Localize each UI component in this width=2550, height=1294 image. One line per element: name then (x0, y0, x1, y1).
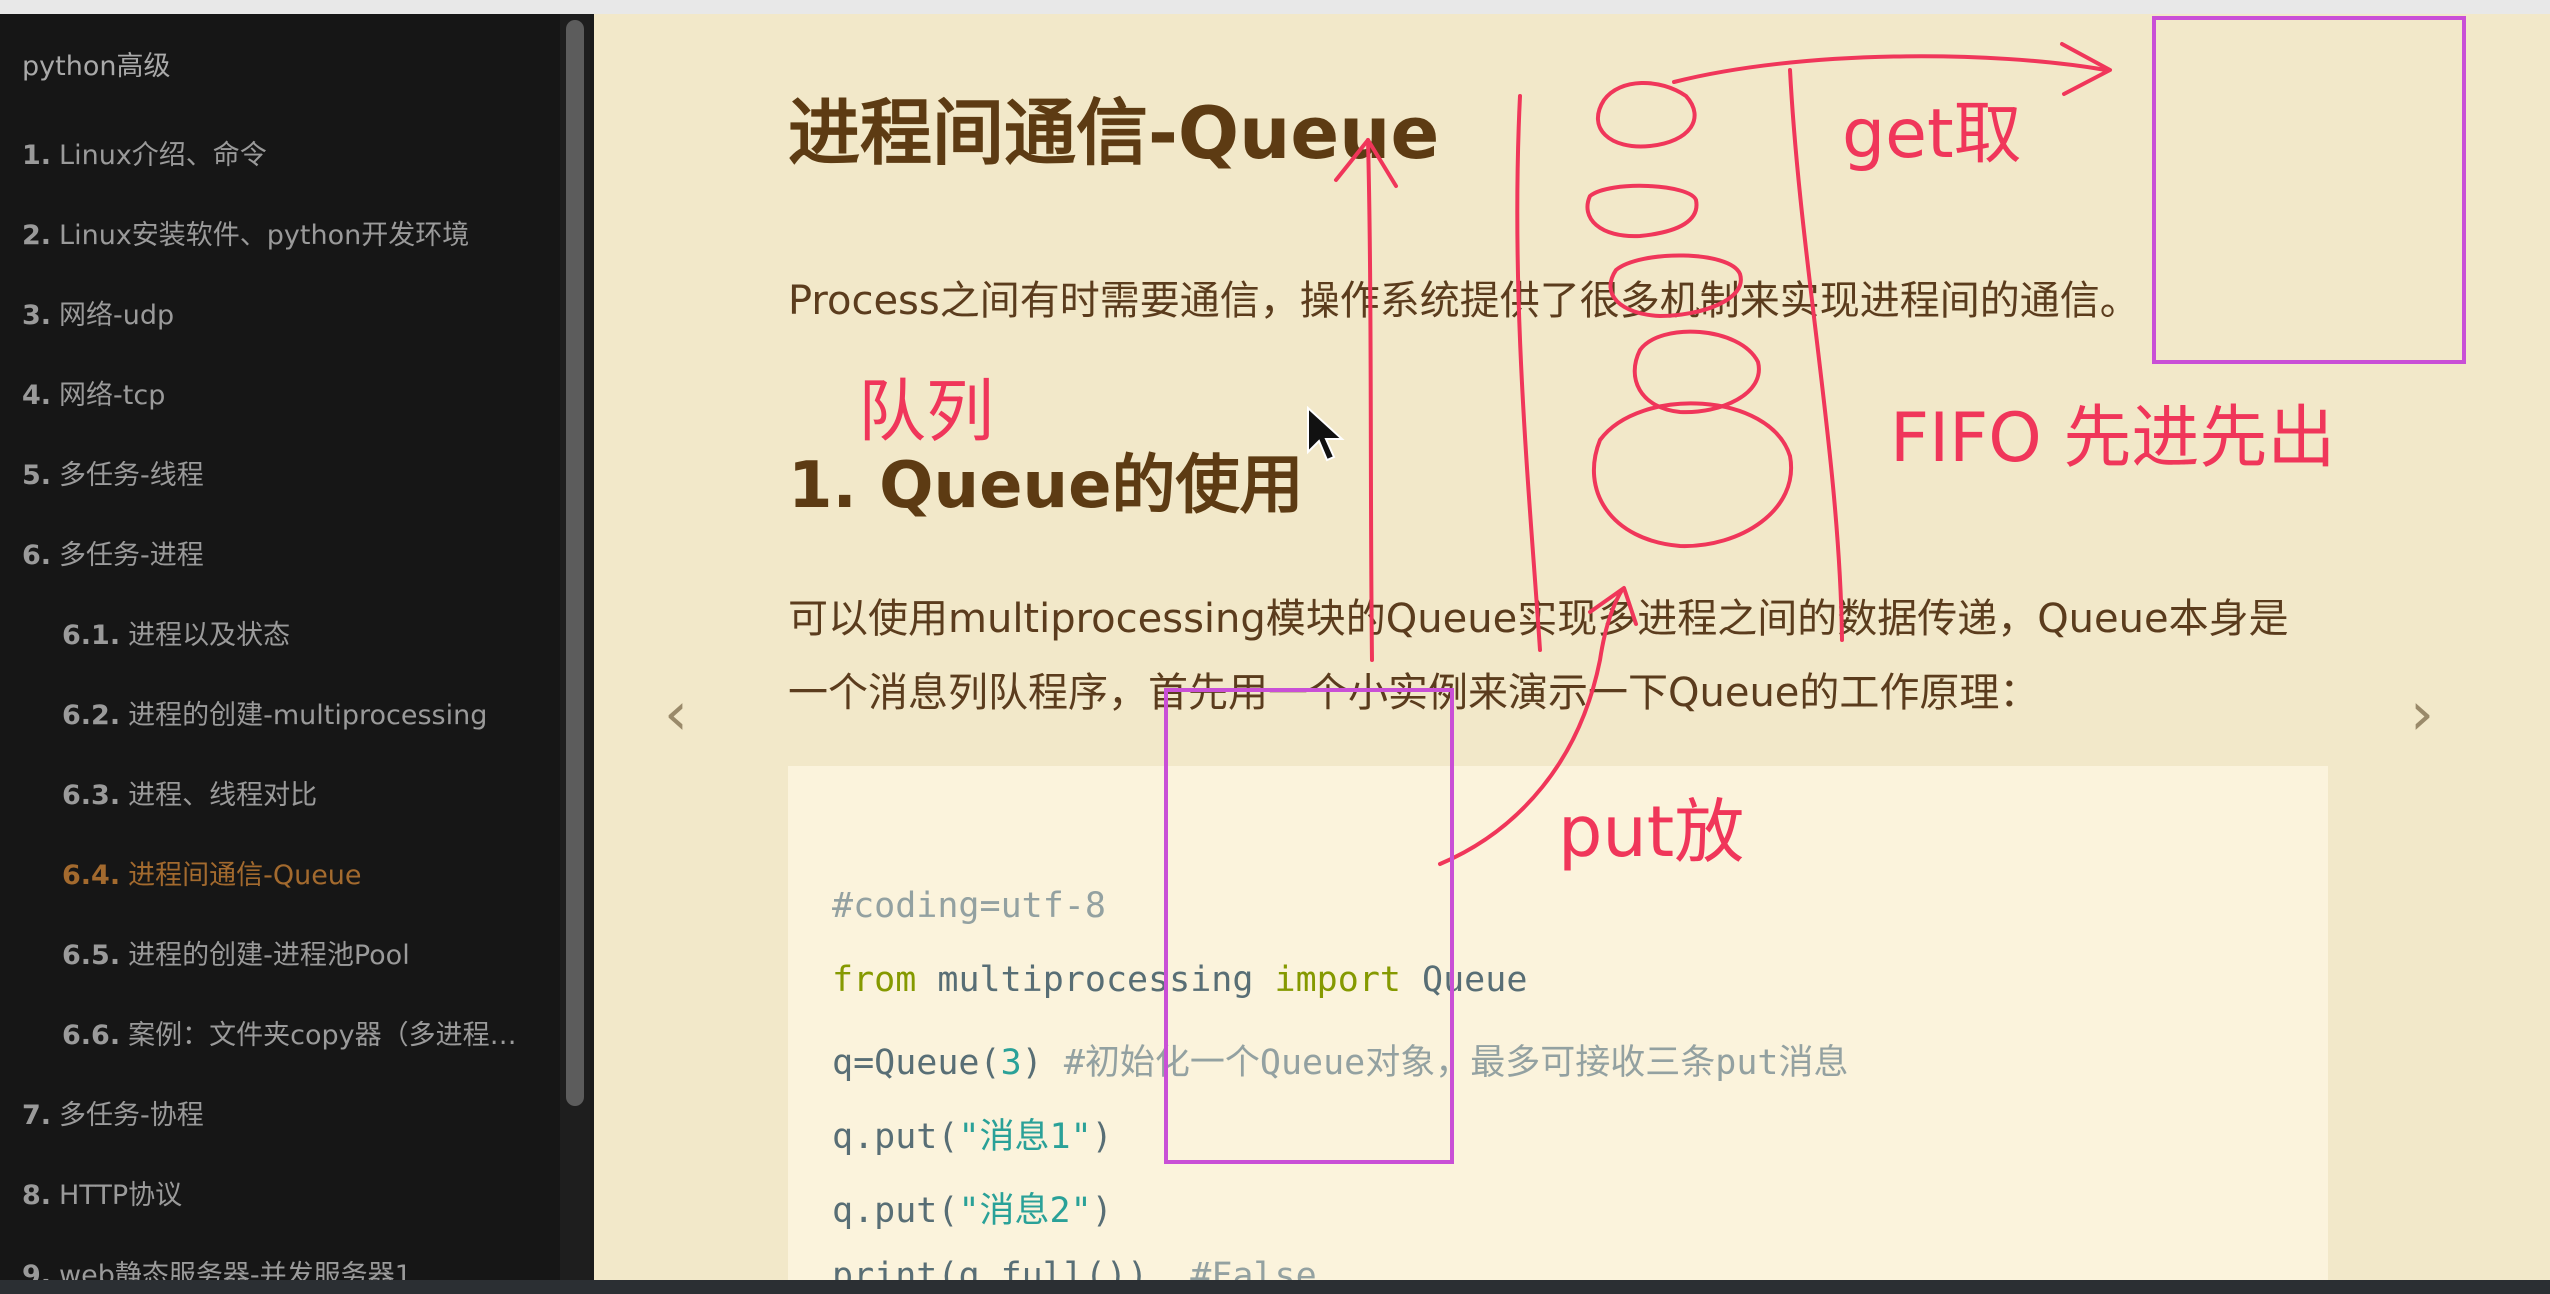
annotation-fifo-label: FIFO 先进先出 (1890, 399, 2336, 478)
sidebar-item-tcp[interactable]: 4. 网络-tcp (0, 356, 560, 436)
sidebar-item-queue[interactable]: 6.4. 进程间通信-Queue (0, 836, 560, 916)
chevron-right-icon[interactable]: › (2410, 684, 2434, 744)
sidebar-item-thread[interactable]: 5. 多任务-线程 (0, 436, 560, 516)
sidebar-item-process-vs-thread[interactable]: 6.3. 进程、线程对比 (0, 756, 560, 836)
sidebar-item-process-state[interactable]: 6.1. 进程以及状态 (0, 596, 560, 676)
sidebar-toc: python高级 1. Linux介绍、命令 2. Linux安装软件、python… (0, 14, 560, 1280)
sidebar-item-process[interactable]: 6. 多任务-进程 (0, 516, 560, 596)
section-paragraph: 可以使用multiprocessing模块的Queue实现多进程之间的数据传递，… (788, 596, 2289, 716)
sidebar-item-coroutine[interactable]: 7. 多任务-协程 (0, 1076, 560, 1156)
annotation-queue-label: 队列 (858, 373, 995, 452)
sidebar-item-linux-install[interactable]: 2. Linux安装软件、python开发环境 (0, 196, 560, 276)
page-title: 进程间通信-Queue (788, 91, 1440, 175)
code-line: q.put("消息2") (832, 1191, 1113, 1231)
intro-paragraph: Process之间有时需要通信，操作系统提供了很多机制来实现进程间的通信。 (788, 278, 2140, 324)
code-line: q=Queue(3) #初始化一个Queue对象，最多可接收三条put消息 (832, 1043, 1849, 1083)
sidebar-item-udp[interactable]: 3. 网络-udp (0, 276, 560, 356)
code-line: q.put("消息1") (832, 1117, 1113, 1157)
sidebar-item-linux-intro[interactable]: 1. Linux介绍、命令 (0, 116, 560, 196)
content-area: 进程间通信-Queue Process之间有时需要通信，操作系统提供了很多机制来… (594, 14, 2526, 1280)
annotation-put-label: put放 (1558, 791, 1745, 873)
window-top-edge (0, 0, 2550, 14)
sidebar-item-pool[interactable]: 6.5. 进程的创建-进程池Pool (0, 916, 560, 996)
sidebar-item-process-create[interactable]: 6.2. 进程的创建-multiprocessing (0, 676, 560, 756)
code-line: from multiprocessing import Queue (832, 960, 1528, 1000)
code-line: #coding=utf-8 (832, 886, 1106, 926)
toc-list: 1. Linux介绍、命令 2. Linux安装软件、python开发环境 3. 网络… (0, 116, 560, 1280)
sidebar-item-http[interactable]: 8. HTTP协议 (0, 1156, 560, 1236)
sidebar-scrollbar-thumb[interactable] (566, 20, 584, 1106)
book-title[interactable]: python高级 (22, 44, 170, 83)
annotation-get-label: get取 (1842, 95, 2022, 174)
sidebar-item-web-server[interactable]: 9. web静态服务器-并发服务器1 (0, 1236, 560, 1280)
chevron-left-icon[interactable]: ‹ (664, 684, 688, 744)
mouse-cursor-icon (1307, 406, 1345, 462)
code-line: print(q.full()) #False (832, 1256, 1317, 1280)
window-bottom-edge (0, 1280, 2550, 1294)
sidebar-item-copy-case[interactable]: 6.6. 案例：文件夹copy器（多进程版） (0, 996, 560, 1076)
